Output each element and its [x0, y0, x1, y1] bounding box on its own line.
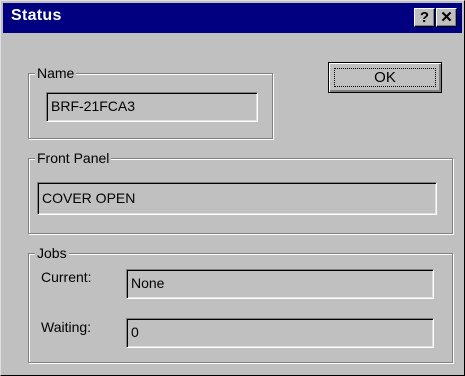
waiting-field: 0	[126, 318, 434, 348]
jobs-group: Jobs Current: None Waiting: 0	[28, 245, 453, 363]
status-dialog: Status ? ✕ Name BRF-21FCA3 OK Front Pane…	[0, 0, 465, 376]
title-bar[interactable]: Status ? ✕	[3, 3, 462, 33]
waiting-label: Waiting:	[41, 319, 92, 335]
close-button[interactable]: ✕	[436, 8, 457, 27]
front-panel-group: Front Panel COVER OPEN	[28, 150, 453, 234]
ok-button[interactable]: OK	[328, 62, 442, 93]
jobs-group-label: Jobs	[35, 245, 69, 261]
name-field: BRF-21FCA3	[46, 92, 258, 122]
front-panel-group-label: Front Panel	[35, 150, 112, 166]
name-group-label: Name	[35, 65, 77, 81]
question-mark-icon: ?	[419, 9, 430, 26]
help-button[interactable]: ?	[414, 8, 435, 27]
current-label: Current:	[41, 269, 92, 285]
window-title: Status	[11, 7, 62, 24]
front-panel-field: COVER OPEN	[37, 182, 437, 215]
current-field: None	[126, 269, 434, 299]
name-group: Name BRF-21FCA3	[28, 65, 273, 139]
close-icon: ✕	[440, 9, 453, 26]
ok-button-label: OK	[374, 69, 396, 86]
